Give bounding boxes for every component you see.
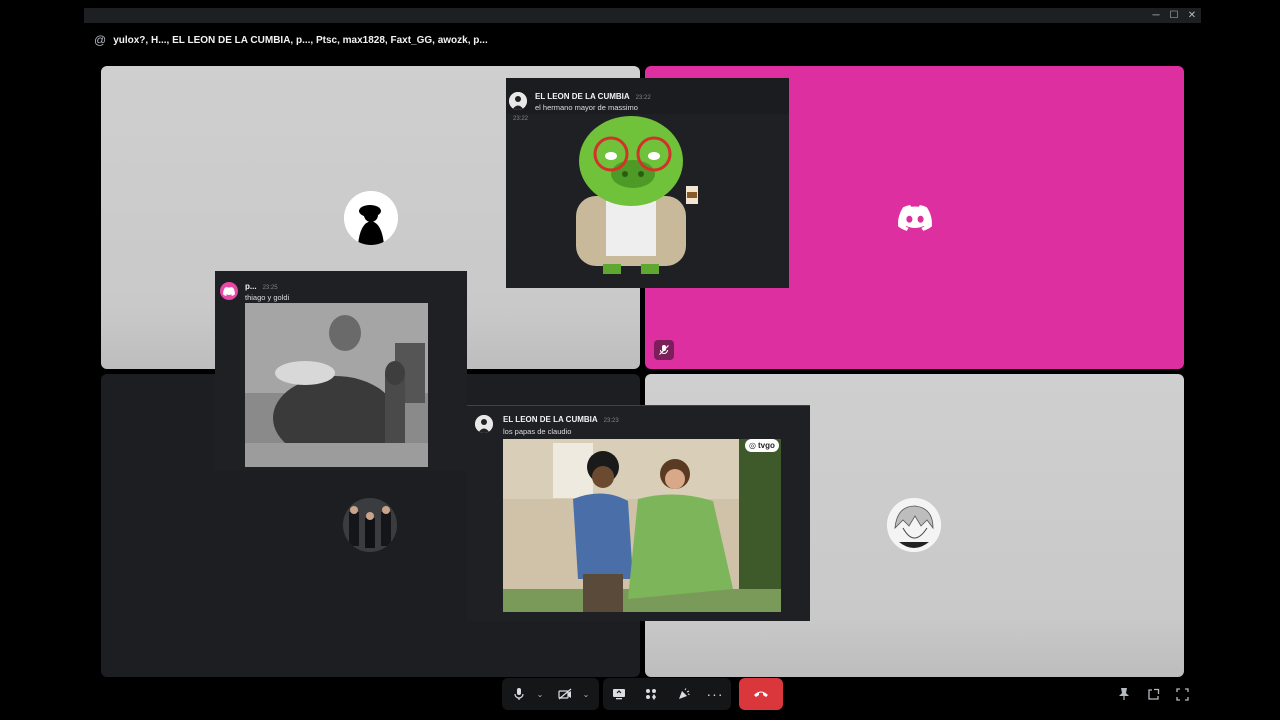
avatar (343, 498, 397, 552)
message-time: 23:25 (262, 285, 278, 291)
message-text: el hermano mayor de massimo (535, 103, 638, 112)
source-watermark: ◎ tvgo (745, 439, 779, 452)
activities-icon[interactable] (640, 678, 662, 710)
mic-muted-icon (659, 345, 669, 355)
green-pig-image[interactable] (541, 116, 721, 281)
message-meta: p... 23:25 (245, 282, 278, 291)
soundboard-icon[interactable] (672, 678, 694, 710)
author-avatar (220, 282, 238, 300)
title-bar (84, 8, 1201, 23)
group-photo-avatar-image (343, 498, 397, 552)
fullscreen-icon[interactable] (1172, 684, 1192, 704)
author-avatar (475, 415, 493, 433)
shared-message-photo[interactable]: p... 23:25 thiago y goldi (215, 271, 467, 471)
author-avatar-image (475, 415, 493, 433)
shared-message-video[interactable]: EL LEON DE LA CUMBIA 23:23 los papas de … (467, 405, 810, 621)
microphone-icon[interactable] (508, 678, 530, 710)
maximize-button[interactable]: ☐ (1165, 8, 1183, 23)
silhouette-avatar-image (344, 191, 398, 245)
participants-title[interactable]: yulox?, H..., EL LEON DE LA CUMBIA, p...… (113, 35, 488, 46)
author-avatar (509, 92, 527, 110)
message-meta: EL LEON DE LA CUMBIA 23:23 (503, 415, 619, 424)
mic-options-chevron-icon[interactable]: ⌄ (534, 678, 546, 710)
message-text: thiago y goldi (245, 293, 290, 302)
globe-icon: ◎ (749, 441, 756, 450)
bw-photo-image[interactable] (245, 303, 428, 467)
pin-icon[interactable] (1114, 684, 1134, 704)
anime-avatar-image (887, 498, 941, 552)
hang-up-icon (754, 691, 768, 697)
discord-logo-icon (898, 205, 932, 231)
popout-icon[interactable] (1143, 684, 1163, 704)
author-name[interactable]: EL LEON DE LA CUMBIA (503, 415, 598, 424)
shared-message-pig[interactable]: EL LEON DE LA CUMBIA 23:22 el hermano ma… (506, 78, 789, 288)
avatar (887, 498, 941, 552)
at-icon: @ (94, 33, 107, 47)
camera-options-chevron-icon[interactable]: ⌄ (580, 678, 592, 710)
message-meta: EL LEON DE LA CUMBIA 23:22 (535, 92, 651, 101)
camera-off-icon[interactable] (554, 678, 576, 710)
minimize-button[interactable]: ─ (1147, 8, 1165, 23)
couple-video-image[interactable] (503, 439, 781, 612)
more-icon[interactable]: ··· (704, 678, 726, 710)
watermark-text: tvgo (757, 441, 775, 450)
call-header: @ yulox?, H..., EL LEON DE LA CUMBIA, p.… (94, 31, 488, 49)
discord-logo-icon (223, 286, 235, 296)
message-time: 23:23 (603, 418, 619, 424)
inline-time: 23:22 (513, 116, 529, 122)
avatar (344, 191, 398, 245)
author-avatar-image (509, 92, 527, 110)
author-name[interactable]: EL LEON DE LA CUMBIA (535, 92, 630, 101)
close-button[interactable]: ✕ (1183, 8, 1201, 23)
screen-share-icon[interactable] (608, 678, 630, 710)
hang-up-button[interactable] (739, 678, 783, 710)
message-text: los papas de claudio (503, 427, 572, 436)
author-name[interactable]: p... (245, 282, 257, 291)
message-time: 23:22 (635, 95, 651, 101)
muted-badge (654, 340, 674, 360)
